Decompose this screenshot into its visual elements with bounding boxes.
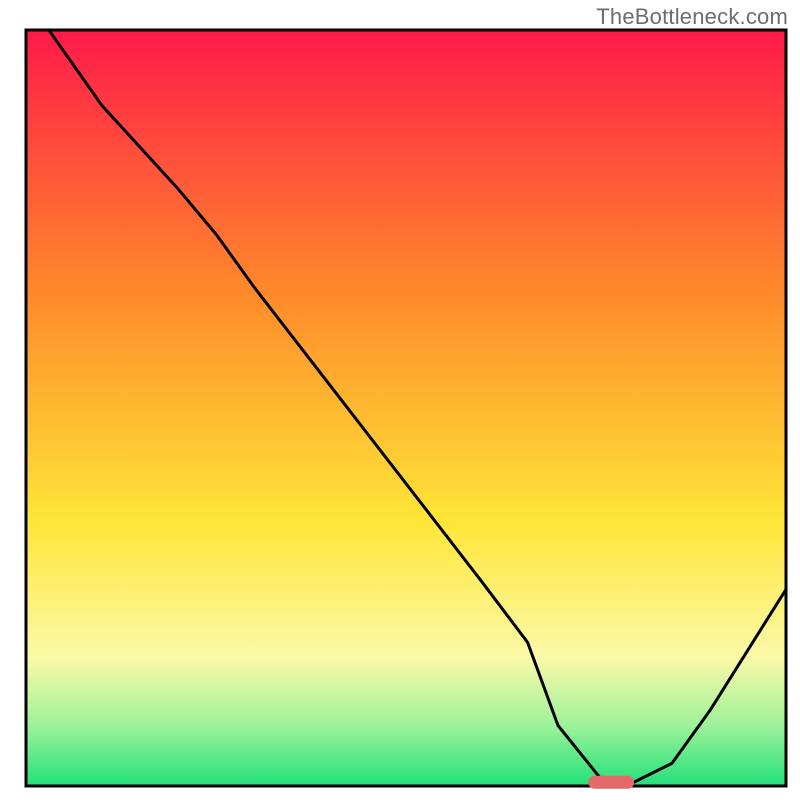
bottleneck-chart — [0, 0, 800, 800]
optimal-marker — [588, 776, 634, 789]
chart-stage: TheBottleneck.com — [0, 0, 800, 800]
gradient-background — [26, 30, 786, 786]
